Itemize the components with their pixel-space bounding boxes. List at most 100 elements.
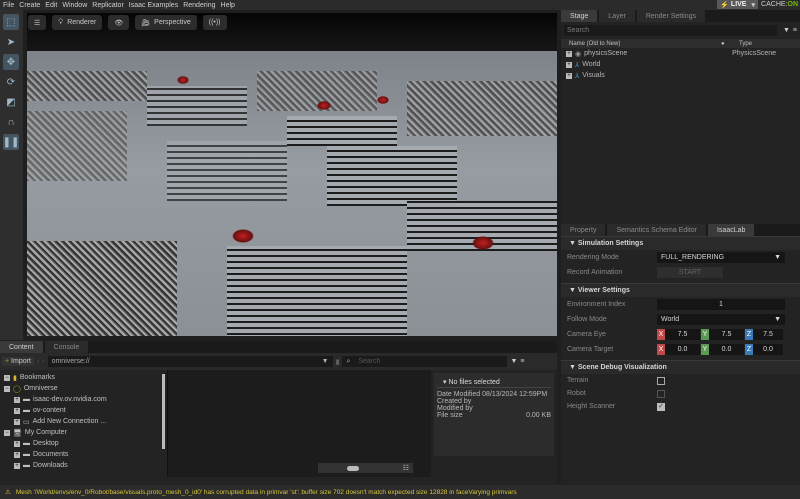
content-search-input[interactable]: ⌕ Search bbox=[342, 356, 508, 367]
forward-icon[interactable]: › bbox=[42, 358, 44, 365]
expand-icon[interactable]: + bbox=[566, 72, 572, 79]
tree-documents[interactable]: + ▬ Documents bbox=[4, 449, 163, 460]
stage-item-visuals[interactable]: + ⅄ Visuals bbox=[561, 70, 800, 81]
col-type[interactable]: Type bbox=[739, 41, 752, 47]
plus-icon: + bbox=[5, 358, 10, 365]
collapse-icon[interactable]: − bbox=[4, 385, 10, 392]
chevron-down-icon[interactable]: ▾ bbox=[751, 1, 755, 9]
tab-render-settings[interactable]: Render Settings bbox=[636, 10, 706, 22]
tree-omniverse[interactable]: − ◯ Omniverse bbox=[4, 383, 163, 394]
renderer-button[interactable]: 💡︎ Renderer bbox=[52, 15, 103, 30]
x-axis-label: X bbox=[657, 329, 665, 340]
debug-viz-header[interactable]: ▼ Scene Debug Visualization bbox=[561, 360, 800, 374]
select-icon[interactable]: ⬚ bbox=[3, 14, 19, 30]
stage-search-input[interactable]: Search bbox=[564, 25, 777, 36]
scrollbar[interactable] bbox=[162, 374, 165, 449]
camera-button[interactable]: 🎥︎ Perspective bbox=[135, 15, 197, 30]
thumbnail-size-slider[interactable]: ☷ bbox=[318, 463, 413, 473]
settings-button[interactable]: ☰ bbox=[28, 15, 47, 30]
stage-item-physicsscene[interactable]: + ◉ physicsScene PhysicsScene bbox=[561, 48, 800, 59]
expand-icon[interactable]: + bbox=[14, 462, 20, 469]
tab-property[interactable]: Property bbox=[561, 224, 606, 236]
pointer-icon[interactable]: ➤ bbox=[3, 34, 19, 50]
item-name: World bbox=[582, 61, 601, 68]
menu-file[interactable]: File bbox=[3, 2, 14, 9]
menu-help[interactable]: Help bbox=[221, 2, 235, 9]
camera-eye-z[interactable]: 7.5 bbox=[753, 329, 783, 340]
tree-ov-content[interactable]: + ▬ ov-content bbox=[4, 405, 163, 416]
import-label: Import bbox=[11, 358, 31, 365]
camera-target-y[interactable]: 0.0 bbox=[709, 344, 744, 355]
expand-icon[interactable]: + bbox=[566, 61, 572, 68]
robot-checkbox[interactable] bbox=[657, 389, 665, 398]
snap-icon[interactable]: ∩ bbox=[3, 114, 19, 130]
list-view-icon[interactable]: ☷ bbox=[403, 464, 409, 472]
tree-bookmarks[interactable]: − ▮ Bookmarks bbox=[4, 372, 163, 383]
rendering-mode-value: FULL_RENDERING bbox=[661, 254, 725, 261]
tab-layer[interactable]: Layer bbox=[599, 10, 635, 22]
menu-create[interactable]: Create bbox=[19, 2, 40, 9]
tab-semantics[interactable]: Semantics Schema Editor bbox=[607, 224, 707, 236]
expand-icon[interactable]: + bbox=[14, 418, 20, 425]
tree-desktop[interactable]: + ▬ Desktop bbox=[4, 438, 163, 449]
broadcast-button[interactable]: ((•)) bbox=[202, 15, 227, 30]
menu-edit[interactable]: Edit bbox=[45, 2, 57, 9]
expand-icon[interactable]: + bbox=[566, 50, 572, 57]
filter-icon[interactable]: ▼ bbox=[783, 27, 790, 34]
expand-icon[interactable]: + bbox=[14, 407, 20, 414]
height-scanner-checkbox[interactable]: ✓ bbox=[657, 402, 665, 411]
menu-window[interactable]: Window bbox=[62, 2, 87, 9]
info-header[interactable]: ▾ No files selected bbox=[437, 376, 551, 388]
filter-icon[interactable]: ▼ bbox=[510, 358, 517, 365]
rendering-mode-select[interactable]: FULL_RENDERING ▼ bbox=[657, 252, 785, 263]
expand-icon[interactable]: + bbox=[14, 440, 20, 447]
xform-icon: ⅄ bbox=[575, 61, 580, 69]
stage-item-world[interactable]: + ⅄ World bbox=[561, 59, 800, 70]
tab-content[interactable]: Content bbox=[0, 341, 43, 353]
chevron-down-icon[interactable]: ▼ bbox=[322, 358, 329, 365]
menu-rendering[interactable]: Rendering bbox=[183, 2, 215, 9]
tree-my-computer[interactable]: − 🖥︎ My Computer bbox=[4, 427, 163, 438]
bookmark-icon[interactable]: ▮ bbox=[336, 358, 340, 366]
back-icon[interactable]: ‹ bbox=[37, 358, 39, 365]
menu-isaac-examples[interactable]: Isaac Examples bbox=[129, 2, 178, 9]
camera-eye-x[interactable]: 7.5 bbox=[665, 329, 700, 340]
expand-icon[interactable]: + bbox=[14, 396, 20, 403]
move-icon[interactable]: ✥ bbox=[3, 54, 19, 70]
tree-downloads[interactable]: + ▬ Downloads bbox=[4, 460, 163, 471]
camera-target-x[interactable]: 0.0 bbox=[665, 344, 700, 355]
col-name[interactable]: Name (Old to New) bbox=[561, 41, 721, 47]
tab-console[interactable]: Console bbox=[44, 341, 89, 353]
tree-isaac-dev[interactable]: + ▬ isaac-dev.ov.nvidia.com bbox=[4, 394, 163, 405]
eye-icon[interactable]: ● bbox=[721, 41, 739, 47]
env-index-input[interactable]: 1 bbox=[657, 299, 785, 310]
collapse-icon[interactable]: − bbox=[4, 429, 10, 436]
rotate-icon[interactable]: ⟳ bbox=[3, 74, 19, 90]
camera-eye-y[interactable]: 7.5 bbox=[709, 329, 744, 340]
slider-handle[interactable] bbox=[347, 465, 359, 471]
path-input[interactable]: omniverse:// ▼ bbox=[47, 356, 333, 367]
import-button[interactable]: + Import bbox=[2, 357, 34, 366]
tree-add-connection[interactable]: + ▭ Add New Connection ... bbox=[4, 416, 163, 427]
live-button[interactable]: ⚡ LIVE ▾ bbox=[717, 0, 758, 9]
menu-replicator[interactable]: Replicator bbox=[92, 2, 124, 9]
follow-mode-select[interactable]: World ▼ bbox=[657, 314, 785, 325]
menu-icon[interactable]: ≡ bbox=[793, 27, 797, 34]
collapse-icon[interactable]: − bbox=[4, 374, 10, 381]
viewport[interactable] bbox=[27, 13, 557, 336]
expand-icon[interactable]: + bbox=[14, 451, 20, 458]
visibility-button[interactable]: 👁︎ bbox=[108, 15, 130, 30]
terrain-checkbox[interactable] bbox=[657, 376, 665, 385]
scale-icon[interactable]: ◩ bbox=[3, 94, 19, 110]
tab-isaaclab[interactable]: IsaacLab bbox=[708, 224, 755, 236]
add-connection-icon: ▭ bbox=[23, 418, 30, 426]
start-button[interactable]: START bbox=[657, 267, 723, 278]
status-bar: ⚠ Mesh '/World/envs/env_0/Robot/base/visu… bbox=[0, 485, 800, 499]
pause-icon[interactable]: ❚❚ bbox=[3, 134, 19, 150]
viewer-settings-header[interactable]: ▼ Viewer Settings bbox=[561, 283, 800, 297]
cache-state: ON bbox=[787, 1, 799, 8]
tab-stage[interactable]: Stage bbox=[561, 10, 598, 22]
menu-icon[interactable]: ≡ bbox=[520, 358, 524, 365]
camera-target-z[interactable]: 0.0 bbox=[753, 344, 783, 355]
simulation-settings-header[interactable]: ▼ Simulation Settings bbox=[561, 236, 800, 250]
